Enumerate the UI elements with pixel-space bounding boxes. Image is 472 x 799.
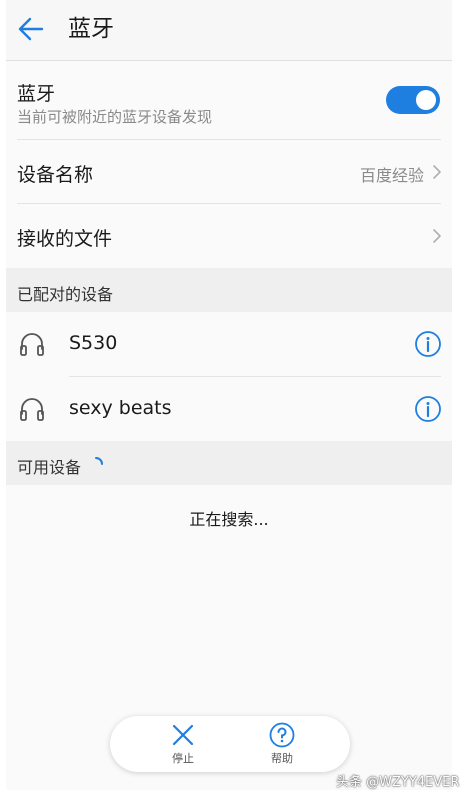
info-icon[interactable] [414,330,442,358]
loading-spinner-icon [95,457,103,465]
received-files-row[interactable]: 接收的文件 [6,204,452,268]
stop-button[interactable]: 停止 [148,720,218,770]
help-label: 帮助 [271,752,293,765]
paired-device-row[interactable]: S530 [6,312,452,376]
headset-icon [20,333,44,356]
searching-status: 正在搜索... [189,510,269,529]
paired-devices-label: 已配对的设备 [17,285,114,304]
help-icon [269,722,295,748]
toggle-knob [416,90,436,110]
screen: 蓝牙 蓝牙 当前可被附近的蓝牙设备发现 设备名称 百度经验 接收的文件 已配对的… [0,0,472,799]
app-header: 蓝牙 [6,0,452,61]
paired-device-row[interactable]: sexy beats [6,377,452,441]
available-devices-section-header: 可用设备 [6,441,452,485]
info-icon[interactable] [414,395,442,423]
watermark: 头条 @WZYY4EVER [336,775,460,790]
chevron-right-icon [433,229,441,243]
bluetooth-settings-page: 蓝牙 蓝牙 当前可被附近的蓝牙设备发现 设备名称 百度经验 接收的文件 已配对的… [6,0,452,790]
available-devices-label: 可用设备 [17,458,82,477]
page-title: 蓝牙 [68,16,114,42]
device-name: S530 [69,332,118,354]
bluetooth-toggle-switch[interactable] [386,86,440,114]
paired-devices-section-header: 已配对的设备 [6,268,452,312]
stop-label: 停止 [172,752,194,765]
device-name-value: 百度经验 [359,166,424,185]
close-icon [172,724,194,746]
back-arrow-icon[interactable] [16,14,46,44]
bluetooth-visibility-subtitle: 当前可被附近的蓝牙设备发现 [17,108,213,126]
bottom-action-bar: 停止 帮助 [110,716,350,772]
device-name-row[interactable]: 设备名称 百度经验 [6,140,452,204]
device-name-label: 设备名称 [17,164,94,186]
chevron-right-icon [433,165,441,179]
device-name: sexy beats [69,397,172,419]
help-button[interactable]: 帮助 [247,720,317,770]
headset-icon [20,398,44,421]
bluetooth-label: 蓝牙 [17,83,56,105]
received-files-label: 接收的文件 [17,228,113,250]
